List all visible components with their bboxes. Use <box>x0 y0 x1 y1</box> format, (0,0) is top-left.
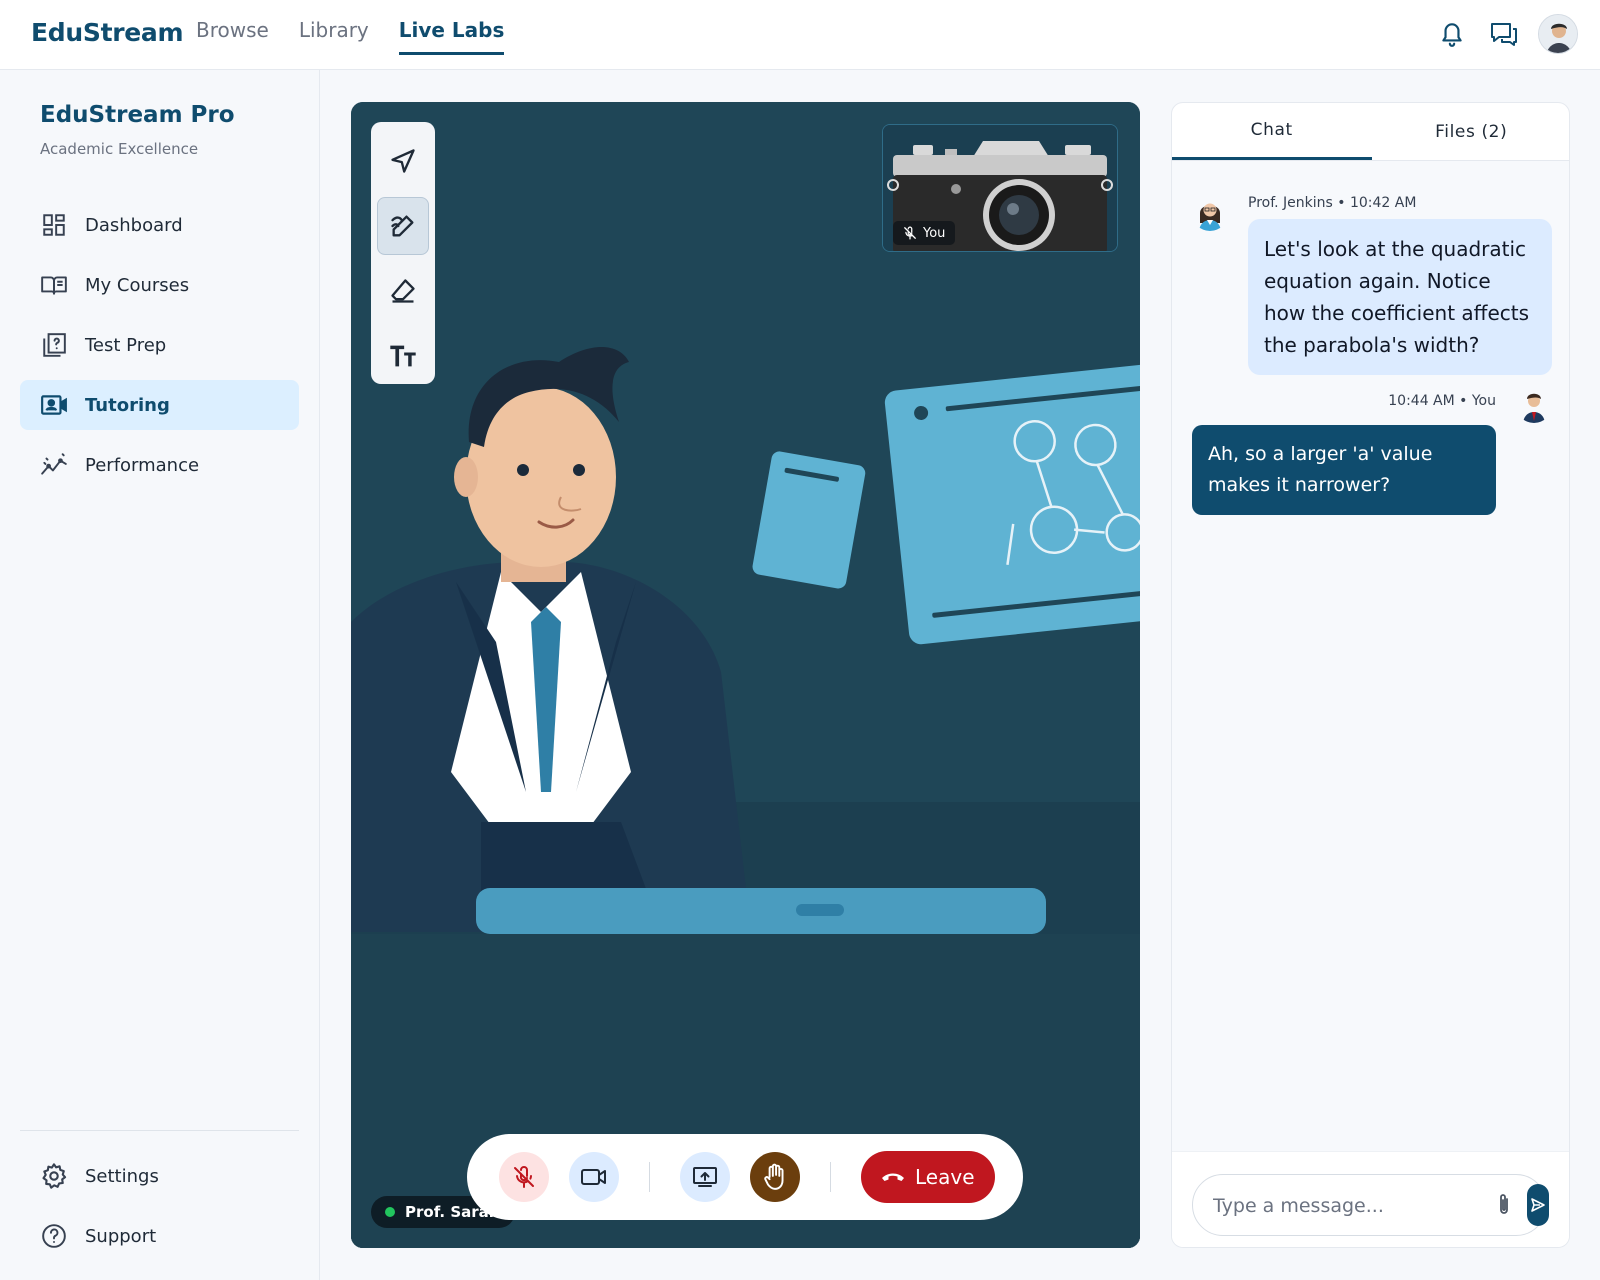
sidebar-item-label: Test Prep <box>85 334 167 356</box>
sidebar-item-tutoring[interactable]: Tutoring <box>20 380 299 430</box>
sidebar-item-test-prep[interactable]: Test Prep <box>20 320 299 370</box>
screen-share-icon <box>693 1167 717 1187</box>
quiz-icon <box>40 331 68 359</box>
tab-files[interactable]: Files (2) <box>1372 103 1570 160</box>
video-camera-icon <box>581 1169 606 1185</box>
message-meta: Prof. Jenkins • 10:42 AM <box>1248 195 1417 211</box>
tutor-video-feed <box>351 102 1140 1248</box>
camera-button[interactable] <box>569 1152 619 1202</box>
share-screen-button[interactable] <box>680 1152 730 1202</box>
paperclip-icon[interactable] <box>1489 1190 1519 1220</box>
panel-tabs: Chat Files (2) <box>1172 103 1570 161</box>
sidebar-nav: Dashboard My Courses Test Prep Tutoring … <box>20 200 299 500</box>
sidebar-item-performance[interactable]: Performance <box>20 440 299 490</box>
sidebar-item-label: Tutoring <box>85 394 170 416</box>
leave-call-button[interactable]: Leave <box>861 1151 995 1203</box>
sidebar-item-label: Dashboard <box>85 214 183 236</box>
sidebar-bottom: Settings Support <box>20 1130 299 1271</box>
sidebar-item-dashboard[interactable]: Dashboard <box>20 200 299 250</box>
message-meta: 10:44 AM • You <box>1388 393 1496 409</box>
pen-icon[interactable] <box>377 197 429 255</box>
sidebar-item-label: My Courses <box>85 274 190 296</box>
my-avatar <box>1516 387 1552 423</box>
tutor-avatar <box>1192 195 1228 231</box>
nav-live-labs[interactable]: Live Labs <box>398 18 505 55</box>
sidebar-item-label: Performance <box>85 454 200 476</box>
controls-divider <box>830 1162 831 1192</box>
raise-hand-button[interactable] <box>750 1152 800 1202</box>
tab-chat[interactable]: Chat <box>1172 103 1372 160</box>
video-stage[interactable]: You Prof. Sarah Leave <box>351 102 1140 1248</box>
top-nav: Browse Library Live Labs <box>196 18 505 55</box>
leave-label: Leave <box>915 1165 975 1189</box>
book-icon <box>40 271 68 299</box>
annotation-toolbar <box>371 122 435 384</box>
bell-icon[interactable] <box>1434 16 1470 52</box>
message-composer <box>1172 1151 1569 1247</box>
mute-button[interactable] <box>499 1152 549 1202</box>
sidebar-subtitle: Academic Excellence <box>40 140 199 158</box>
sidebar: EduStream Pro Academic Excellence Dashbo… <box>0 70 320 1280</box>
live-indicator <box>385 1207 395 1217</box>
nav-browse[interactable]: Browse <box>196 18 269 55</box>
sidebar-item-label: Settings <box>85 1165 159 1187</box>
top-bar: EduStream Browse Library Live Labs <box>0 0 1600 70</box>
pointer-icon[interactable] <box>377 132 429 190</box>
phone-hangup-icon <box>882 1173 904 1181</box>
messages-icon[interactable] <box>1486 16 1522 52</box>
self-view-tag: You <box>893 221 956 245</box>
sidebar-item-support[interactable]: Support <box>20 1211 299 1261</box>
sidebar-item-label: Support <box>85 1225 157 1247</box>
chat-panel: Chat Files (2) Prof. Jenkins • 10:42 AM … <box>1171 102 1570 1248</box>
sidebar-title: EduStream Pro <box>40 102 235 128</box>
sidebar-item-settings[interactable]: Settings <box>20 1151 299 1201</box>
text-icon[interactable] <box>377 327 429 385</box>
hand-icon <box>764 1163 784 1190</box>
controls-divider <box>649 1162 650 1192</box>
send-icon <box>1531 1198 1545 1212</box>
message-input[interactable] <box>1213 1189 1473 1223</box>
user-avatar[interactable] <box>1538 14 1578 54</box>
video-call-icon <box>40 391 68 419</box>
eraser-icon[interactable] <box>377 262 429 320</box>
send-button[interactable] <box>1527 1184 1549 1226</box>
sidebar-item-my-courses[interactable]: My Courses <box>20 260 299 310</box>
message-bubble: Let's look at the quadratic equation aga… <box>1248 219 1552 375</box>
message-list[interactable]: Prof. Jenkins • 10:42 AM Let's look at t… <box>1172 161 1569 1151</box>
brand-logo[interactable]: EduStream <box>31 18 184 47</box>
help-icon <box>40 1222 68 1250</box>
dashboard-icon <box>40 211 68 239</box>
self-view-label: You <box>923 225 946 241</box>
top-actions <box>1434 14 1578 54</box>
message-input-wrapper <box>1192 1174 1547 1236</box>
mic-off-icon <box>514 1166 534 1188</box>
nav-library[interactable]: Library <box>299 18 369 55</box>
chart-line-icon <box>40 451 68 479</box>
mic-off-icon <box>904 226 916 240</box>
gear-icon <box>40 1162 68 1190</box>
call-controls: Leave <box>467 1134 1023 1220</box>
self-view[interactable]: You <box>882 124 1118 252</box>
message-bubble: Ah, so a larger 'a' value makes it narro… <box>1192 425 1496 515</box>
